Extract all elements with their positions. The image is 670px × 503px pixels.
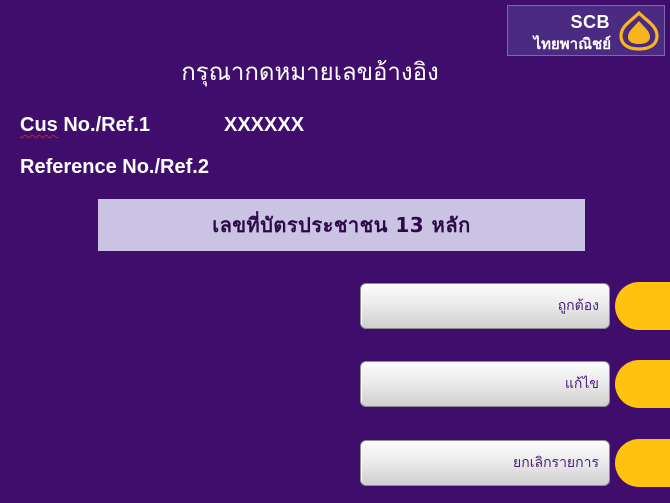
ref1-label-prefix: Cus	[20, 114, 58, 136]
ref2-label: Reference No./Ref.2	[20, 156, 209, 178]
edit-button[interactable]: แก้ไข	[360, 361, 610, 407]
cancel-button[interactable]: ยกเลิกรายการ	[360, 440, 610, 486]
confirm-side-key[interactable]	[615, 282, 670, 330]
cancel-side-key[interactable]	[615, 439, 670, 487]
scb-emblem-icon	[619, 11, 659, 51]
edit-side-key[interactable]	[615, 360, 670, 408]
confirm-button[interactable]: ถูกต้อง	[360, 283, 610, 329]
logo-brand-text: SCB	[570, 12, 610, 32]
ref1-label-suffix: No./Ref.1	[57, 114, 151, 136]
scb-logo: SCB ไทยพาณิชย์	[507, 5, 665, 56]
id-entry-prompt: เลขที่บัตรประชาชน 13 หลัก	[98, 199, 585, 251]
page-title: กรุณากดหมายเลขอ้างอิง	[181, 58, 439, 86]
ref1-label: Cus No./Ref.1	[20, 114, 150, 137]
ref1-value: XXXXXX	[224, 114, 305, 136]
